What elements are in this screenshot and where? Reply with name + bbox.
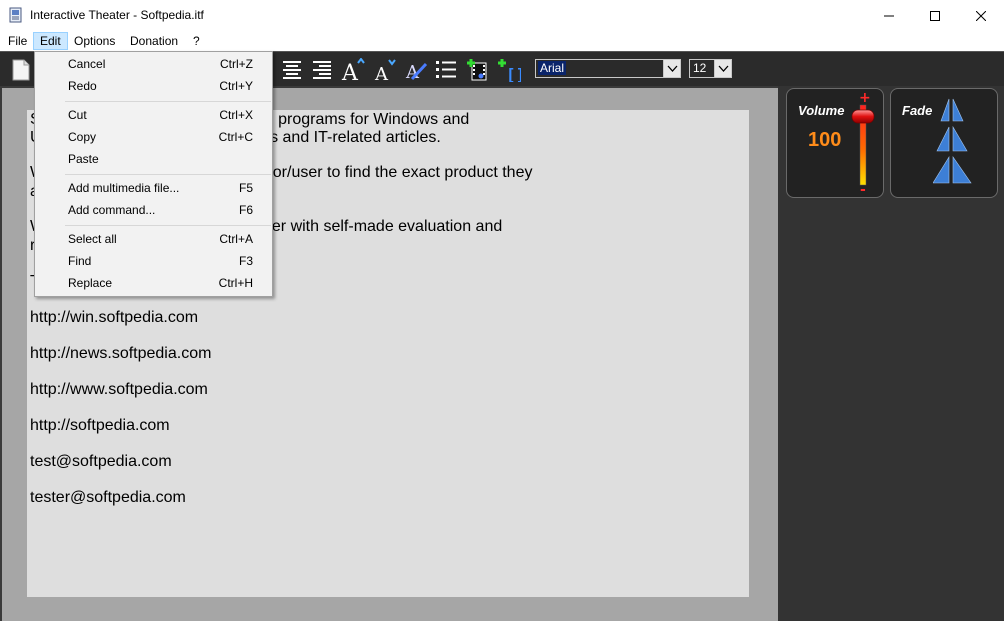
volume-value: 100 <box>808 129 842 151</box>
menu-edit[interactable]: Edit <box>33 32 68 50</box>
font-size-select[interactable]: 12 <box>689 59 732 78</box>
font-dropdown-button[interactable] <box>663 60 680 77</box>
minimize-icon <box>884 15 894 16</box>
minimize-button[interactable] <box>866 0 912 31</box>
document-link: http://softpedia.com <box>30 417 170 434</box>
fade-out-arrow-icon[interactable] <box>952 98 964 122</box>
menu-item-label: Cancel <box>68 57 106 71</box>
menu-separator <box>65 101 271 102</box>
menu-item-shortcut: Ctrl+C <box>218 130 253 144</box>
menu-item-add-command[interactable]: Add command... F6 <box>35 199 272 221</box>
fade-title: Fade <box>902 103 933 118</box>
menu-bar: File Edit Options Donation ? <box>0 31 1004 51</box>
document-email: test@softpedia.com <box>30 453 172 470</box>
fade-in-arrow-icon[interactable] <box>933 155 950 184</box>
menu-item-shortcut: Ctrl+X <box>219 108 253 122</box>
align-center-icon[interactable] <box>280 58 304 82</box>
app-icon <box>9 7 22 23</box>
volume-slider-thumb[interactable] <box>851 109 875 124</box>
fade-in-arrow-icon[interactable] <box>940 98 950 122</box>
maximize-icon <box>930 10 940 21</box>
fade-controls <box>933 98 972 184</box>
menu-separator <box>65 174 271 175</box>
chevron-down-icon <box>718 65 729 72</box>
svg-text:A: A <box>374 64 389 82</box>
menu-item-copy[interactable]: Copy Ctrl+C <box>35 126 272 148</box>
menu-item-redo[interactable]: Redo Ctrl+Y <box>35 75 272 97</box>
menu-item-label: Select all <box>68 232 117 246</box>
menu-item-label: Add multimedia file... <box>68 181 180 195</box>
font-name-value: Arial <box>538 61 567 75</box>
menu-item-shortcut: F5 <box>238 181 253 195</box>
menu-item-shortcut: Ctrl+Y <box>219 79 253 93</box>
menu-item-label: Add command... <box>68 203 156 217</box>
fade-in-arrow-icon[interactable] <box>936 126 950 152</box>
font-size-value: 12 <box>693 61 707 75</box>
menu-item-paste[interactable]: Paste <box>35 148 272 170</box>
menu-item-label: Find <box>68 254 92 268</box>
fade-out-arrow-icon[interactable] <box>952 156 972 184</box>
menu-item-label: Paste <box>68 152 99 166</box>
menu-item-add-multimedia[interactable]: Add multimedia file... F5 <box>35 177 272 199</box>
volume-plus-label: + <box>859 91 871 106</box>
volume-panel: Volume 100 + - <box>786 88 884 198</box>
document-email: tester@softpedia.com <box>30 489 186 506</box>
size-dropdown-button[interactable] <box>714 60 731 77</box>
window-title: Interactive Theater - Softpedia.itf <box>30 8 204 22</box>
volume-minus-label: - <box>860 182 866 195</box>
fade-out-arrow-icon[interactable] <box>952 125 968 152</box>
menu-item-shortcut: Ctrl+H <box>218 276 253 290</box>
svg-text:A: A <box>341 61 359 82</box>
menu-donation[interactable]: Donation <box>124 32 184 50</box>
menu-item-label: Redo <box>68 79 97 93</box>
document-link: http://win.softpedia.com <box>30 309 199 326</box>
chevron-down-icon <box>667 65 678 72</box>
title-bar: Interactive Theater - Softpedia.itf <box>0 0 1004 31</box>
close-button[interactable] <box>958 0 1004 31</box>
menu-item-shortcut: Ctrl+Z <box>220 57 253 71</box>
new-document-icon[interactable] <box>9 58 33 82</box>
menu-item-shortcut: Ctrl+A <box>219 232 253 246</box>
menu-item-find[interactable]: Find F3 <box>35 250 272 272</box>
volume-title: Volume <box>798 103 845 118</box>
align-right-icon[interactable] <box>310 58 334 82</box>
menu-item-shortcut: F3 <box>238 254 253 268</box>
font-name-select[interactable]: Arial <box>535 59 681 78</box>
font-grow-icon[interactable]: A <box>341 58 365 82</box>
menu-file[interactable]: File <box>2 32 33 50</box>
font-shrink-icon[interactable]: A <box>373 58 397 82</box>
menu-options[interactable]: Options <box>68 32 121 50</box>
bullet-list-icon[interactable] <box>434 58 458 82</box>
menu-separator <box>65 225 271 226</box>
document-link: http://news.softpedia.com <box>30 345 212 362</box>
menu-item-label: Replace <box>68 276 113 290</box>
menu-item-cancel[interactable]: Cancel Ctrl+Z <box>35 53 272 75</box>
menu-item-cut[interactable]: Cut Ctrl+X <box>35 104 272 126</box>
menu-help[interactable]: ? <box>187 32 206 50</box>
add-media-icon[interactable] <box>466 58 490 82</box>
menu-item-label: Cut <box>68 108 87 122</box>
fade-panel: Fade <box>890 88 998 198</box>
maximize-button[interactable] <box>912 0 958 31</box>
volume-slider[interactable]: + - <box>849 91 879 195</box>
menu-item-replace[interactable]: Replace Ctrl+H <box>35 272 272 294</box>
svg-text:[]: [] <box>506 65 521 82</box>
menu-item-select-all[interactable]: Select all Ctrl+A <box>35 228 272 250</box>
font-color-icon[interactable]: A <box>404 58 428 82</box>
close-icon <box>976 10 986 21</box>
menu-item-shortcut: F6 <box>238 203 253 217</box>
add-command-icon[interactable]: [] <box>497 58 521 82</box>
right-panel: Volume 100 + - Fade <box>778 86 1004 621</box>
edit-menu: Cancel Ctrl+Z Redo Ctrl+Y Cut Ctrl+X Cop… <box>34 51 273 297</box>
menu-item-label: Copy <box>68 130 97 144</box>
document-link: http://www.softpedia.com <box>30 381 208 398</box>
